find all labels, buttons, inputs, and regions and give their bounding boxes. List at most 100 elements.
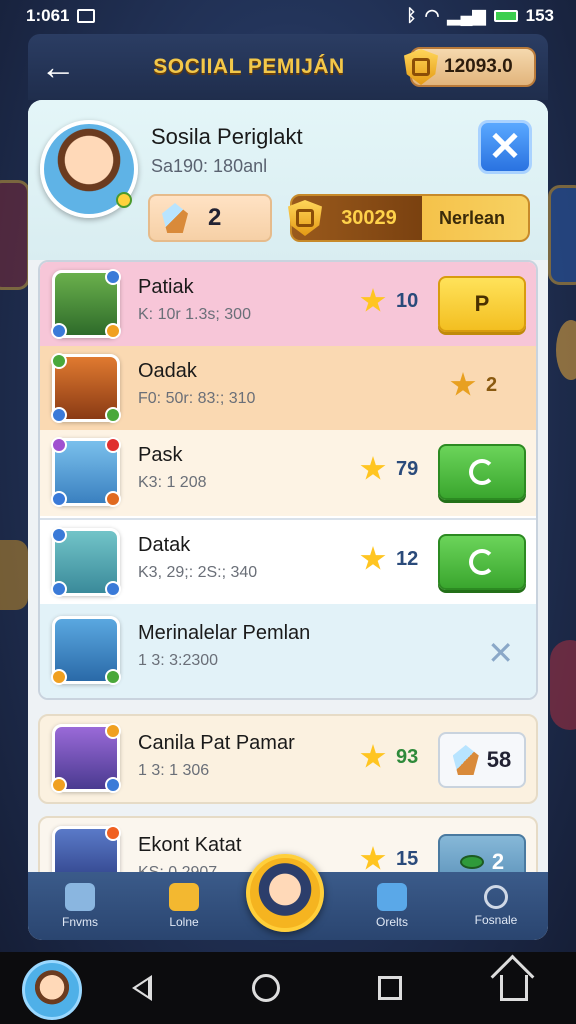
- shield-coin-icon: [404, 49, 438, 85]
- profile-name: Sosila Periglakt: [151, 124, 303, 149]
- gem-counter[interactable]: 2: [148, 194, 272, 242]
- player-stats: K3, 29;: 2S:; 340: [138, 564, 258, 581]
- badge-icon: [105, 723, 121, 739]
- list-item[interactable]: Datak K3, 29;: 2S:; 340 12: [40, 518, 536, 604]
- player-card[interactable]: Canila Pat Pamar 1 3: 1 306 93 58: [38, 714, 538, 804]
- star-value: 15: [396, 847, 419, 870]
- star-value: 93: [396, 745, 419, 768]
- badge-icon: [105, 269, 121, 285]
- bluetooth-icon: ᛒ: [406, 6, 417, 25]
- nav-scroll[interactable]: Lolne: [136, 883, 232, 929]
- star-icon: [360, 546, 386, 570]
- player-avatar: [51, 527, 121, 597]
- star-icon: [360, 288, 386, 312]
- player-name: Ekont Katat: [138, 834, 242, 856]
- star-count: 79: [360, 456, 418, 482]
- coin-value: 12093.0: [444, 56, 513, 77]
- badge-icon: [51, 353, 67, 369]
- nav-label: Orelts: [375, 915, 408, 929]
- list-item[interactable]: Pask K3: 1 208 79: [40, 430, 536, 516]
- wifi-icon: ◠: [424, 6, 440, 25]
- list-item[interactable]: Merinalelar Pemlan 1 3: 3:2300 ✕: [40, 604, 536, 698]
- gold-value: 30029: [341, 206, 397, 229]
- home-system-button[interactable]: [236, 974, 296, 1002]
- badge-icon: [51, 777, 67, 793]
- badge-icon: [105, 825, 121, 841]
- close-icon: ✕: [488, 125, 522, 169]
- nav-mail[interactable]: Orelts: [344, 883, 440, 929]
- eye-icon: [459, 855, 484, 869]
- gem-icon: [162, 203, 188, 233]
- profile-card: Sosila Periglakt Sa190: 180anl ✕ 2 30029…: [28, 100, 548, 260]
- recents-system-button[interactable]: [360, 976, 420, 1000]
- recents-square-icon: [378, 976, 402, 1000]
- player-name: Merinalelar Pemlan: [138, 622, 311, 644]
- star-count: 15: [360, 846, 418, 872]
- mail-icon: [377, 883, 407, 911]
- player-avatar: [51, 437, 121, 507]
- star-icon: [360, 744, 386, 768]
- home-circle-icon: [252, 974, 280, 1002]
- list-item[interactable]: Oadak F0: 50r: 83:; 310 2: [40, 346, 536, 430]
- player-stats: F0: 50r: 83:; 310: [138, 390, 256, 407]
- search-icon: [484, 885, 508, 909]
- player-stats: K: 10r 1.3s; 300: [138, 306, 251, 323]
- nav-forms[interactable]: Fnvms: [32, 883, 128, 929]
- list-item[interactable]: Patiak K: 10r 1.3s; 300 10 P: [40, 262, 536, 346]
- arrow-left-icon: ←: [40, 46, 76, 87]
- star-value: 10: [396, 289, 419, 312]
- nav-label: Fosnale: [474, 913, 518, 927]
- battery-icon: [493, 10, 518, 22]
- dismiss-icon[interactable]: ✕: [487, 634, 514, 672]
- background-sign-right: [548, 185, 576, 285]
- badge-icon: [51, 491, 67, 507]
- forms-icon: [65, 883, 95, 911]
- background-lamp-right: [556, 320, 576, 380]
- user-avatar[interactable]: [22, 960, 82, 1020]
- badge-icon: [105, 437, 121, 453]
- badge-icon: [51, 581, 67, 597]
- scroll-icon: [169, 883, 199, 911]
- action-button[interactable]: P: [438, 276, 526, 332]
- star-count: 10: [360, 288, 418, 314]
- player-stats: K3: 1 208: [138, 474, 207, 491]
- background-character-right: [550, 640, 576, 730]
- back-button[interactable]: ←: [28, 34, 88, 100]
- bottom-navigation: Fnvms Lolne Orelts Fosnale: [28, 854, 548, 940]
- profile-subtitle: Sa190: 180anl: [151, 156, 268, 176]
- nav-search[interactable]: Fosnale: [448, 885, 544, 927]
- player-name: Oadak: [138, 360, 197, 382]
- star-icon: [360, 846, 386, 870]
- gem-action-button[interactable]: 58: [438, 732, 526, 788]
- star-icon: [450, 372, 476, 396]
- nav-label: Fnvms: [62, 915, 98, 929]
- player-avatar: [51, 616, 121, 685]
- back-system-button[interactable]: [112, 975, 172, 1001]
- status-time: 1:061: [26, 6, 70, 25]
- refresh-button[interactable]: [438, 534, 526, 590]
- gold-button[interactable]: 30029 Nerlean: [288, 194, 530, 242]
- player-name: Pask: [138, 444, 183, 466]
- signal-icon: ▂▄▆: [447, 6, 486, 25]
- badge-icon: [51, 437, 67, 453]
- back-triangle-icon: [132, 975, 152, 1001]
- badge-icon: [105, 491, 121, 507]
- shield-gold-icon: [288, 200, 322, 236]
- close-button[interactable]: ✕: [478, 120, 532, 174]
- player-avatar: [51, 353, 121, 423]
- house-system-button[interactable]: [484, 975, 544, 1001]
- gem-action-value: 58: [486, 747, 512, 772]
- page-title: SOCIIAL PEMIJÁN: [153, 55, 345, 78]
- system-navigation-bar: [0, 952, 576, 1024]
- refresh-button[interactable]: [438, 444, 526, 500]
- avatar-badge-icon: [116, 192, 132, 208]
- badge-icon: [51, 527, 67, 543]
- profile-avatar[interactable]: [40, 120, 138, 218]
- nav-label: Lolne: [169, 915, 199, 929]
- center-avatar-button[interactable]: [246, 854, 324, 932]
- player-name: Patiak: [138, 276, 194, 298]
- badge-icon: [51, 407, 67, 423]
- player-name: Datak: [138, 534, 191, 556]
- coin-balance[interactable]: 12093.0: [404, 47, 536, 87]
- list-item[interactable]: Canila Pat Pamar 1 3: 1 306 93 58: [40, 718, 536, 802]
